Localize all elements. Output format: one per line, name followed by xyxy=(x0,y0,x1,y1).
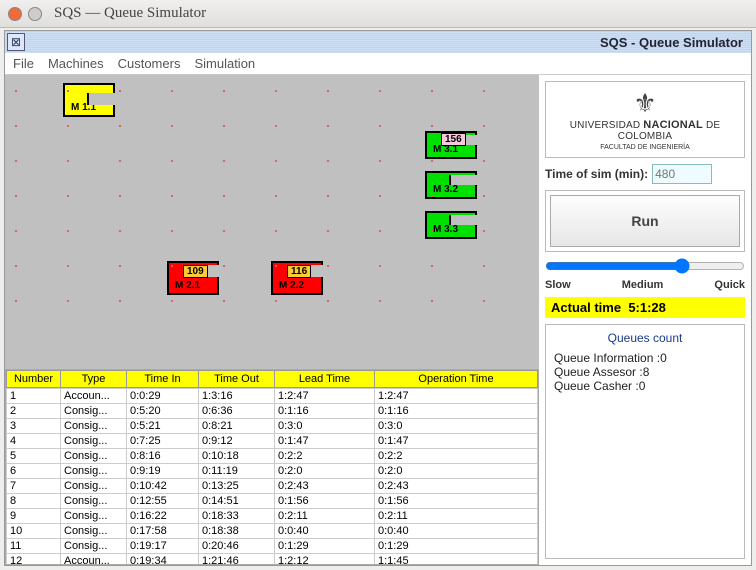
menu-simulation[interactable]: Simulation xyxy=(194,56,255,71)
menu-machines[interactable]: Machines xyxy=(48,56,104,71)
machine-label: M 3.2 xyxy=(433,184,458,195)
col-header[interactable]: Time In xyxy=(127,371,199,388)
menu-customers[interactable]: Customers xyxy=(118,56,181,71)
table-row[interactable]: 12Accoun...0:19:341:21:461:2:121:1:45 xyxy=(7,554,538,565)
machine-label: M 2.1 xyxy=(175,280,200,291)
col-header[interactable]: Type xyxy=(61,371,127,388)
machine-label: M 2.2 xyxy=(279,280,304,291)
table-row[interactable]: 2Consig...0:5:200:6:360:1:160:1:16 xyxy=(7,404,538,419)
speed-slider[interactable] xyxy=(545,258,745,274)
queues-title: Queues count xyxy=(554,331,736,345)
time-of-sim-row: Time of sim (min): xyxy=(545,164,745,184)
queue-information: Queue Information :0 xyxy=(554,351,736,365)
inner-title: SQS - Queue Simulator xyxy=(600,35,743,50)
menu-file[interactable]: File xyxy=(13,56,34,71)
table-row[interactable]: 8Consig...0:12:550:14:510:1:560:1:56 xyxy=(7,494,538,509)
table-row[interactable]: 1Accoun...0:0:291:3:161:2:471:2:47 xyxy=(7,389,538,404)
col-header[interactable]: Number xyxy=(7,371,61,388)
speed-quick-label: Quick xyxy=(714,279,745,291)
col-header[interactable]: Lead Time xyxy=(275,371,375,388)
run-button[interactable]: Run xyxy=(550,195,740,247)
table-row[interactable]: 6Consig...0:9:190:11:190:2:00:2:0 xyxy=(7,464,538,479)
machine-m31[interactable]: M 3.1 156 xyxy=(425,131,477,159)
queues-panel: Queues count Queue Information :0 Queue … xyxy=(545,324,745,559)
table-row[interactable]: 11Consig...0:19:170:20:460:1:290:1:29 xyxy=(7,539,538,554)
machine-m11[interactable]: M 1.1 xyxy=(63,83,115,117)
inner-close-button[interactable]: ⊠ xyxy=(7,33,25,51)
table-row[interactable]: 7Consig...0:10:420:13:250:2:430:2:43 xyxy=(7,479,538,494)
results-table: NumberTypeTime InTime OutLead TimeOperat… xyxy=(5,369,539,565)
run-panel: Run xyxy=(545,190,745,252)
queue-casher: Queue Casher :0 xyxy=(554,379,736,393)
col-header[interactable]: Operation Time xyxy=(375,371,538,388)
machine-label: M 3.3 xyxy=(433,224,458,235)
machine-m21[interactable]: M 2.1 109 xyxy=(167,261,219,295)
time-of-sim-input[interactable] xyxy=(652,164,712,184)
window-minimize-button[interactable] xyxy=(28,7,42,21)
inner-titlebar: ⊠ SQS - Queue Simulator xyxy=(5,31,751,53)
table-row[interactable]: 4Consig...0:7:250:9:120:1:470:1:47 xyxy=(7,434,538,449)
speed-medium-label: Medium xyxy=(622,279,664,291)
speed-control: Slow Medium Quick xyxy=(545,258,745,291)
table-row[interactable]: 10Consig...0:17:580:18:380:0:400:0:40 xyxy=(7,524,538,539)
table-scroll[interactable]: 1Accoun...0:0:291:3:161:2:471:2:472Consi… xyxy=(6,388,538,564)
queue-assesor: Queue Assesor :8 xyxy=(554,365,736,379)
ticket-116: 116 xyxy=(287,265,311,278)
table-row[interactable]: 9Consig...0:16:220:18:330:2:110:2:11 xyxy=(7,509,538,524)
actual-time: Actual time 5:1:28 xyxy=(545,297,745,318)
ticket-156: 156 xyxy=(441,133,466,146)
machine-label: M 1.1 xyxy=(71,102,96,113)
university-logo: ⚜ UNIVERSIDAD NACIONAL DE COLOMBIA FACUL… xyxy=(545,81,745,158)
machine-m33[interactable]: M 3.3 xyxy=(425,211,477,239)
col-header[interactable]: Time Out xyxy=(199,371,275,388)
time-of-sim-label: Time of sim (min): xyxy=(545,167,648,181)
sim-canvas[interactable]: M 1.1 M 2.1 109 M 2.2 116 M 3.1 156 M 3.… xyxy=(5,75,539,369)
speed-slow-label: Slow xyxy=(545,279,571,291)
crest-icon: ⚜ xyxy=(554,88,736,119)
window-close-button[interactable] xyxy=(8,7,22,21)
table-row[interactable]: 3Consig...0:5:210:8:210:3:00:3:0 xyxy=(7,419,538,434)
machine-m22[interactable]: M 2.2 116 xyxy=(271,261,323,295)
os-titlebar: SQS — Queue Simulator xyxy=(0,0,756,28)
ticket-109: 109 xyxy=(183,265,208,278)
app-frame: ⊠ SQS - Queue Simulator File Machines Cu… xyxy=(4,30,752,566)
window-title: SQS — Queue Simulator xyxy=(54,5,206,22)
table-row[interactable]: 5Consig...0:8:160:10:180:2:20:2:2 xyxy=(7,449,538,464)
menubar: File Machines Customers Simulation xyxy=(5,53,751,75)
